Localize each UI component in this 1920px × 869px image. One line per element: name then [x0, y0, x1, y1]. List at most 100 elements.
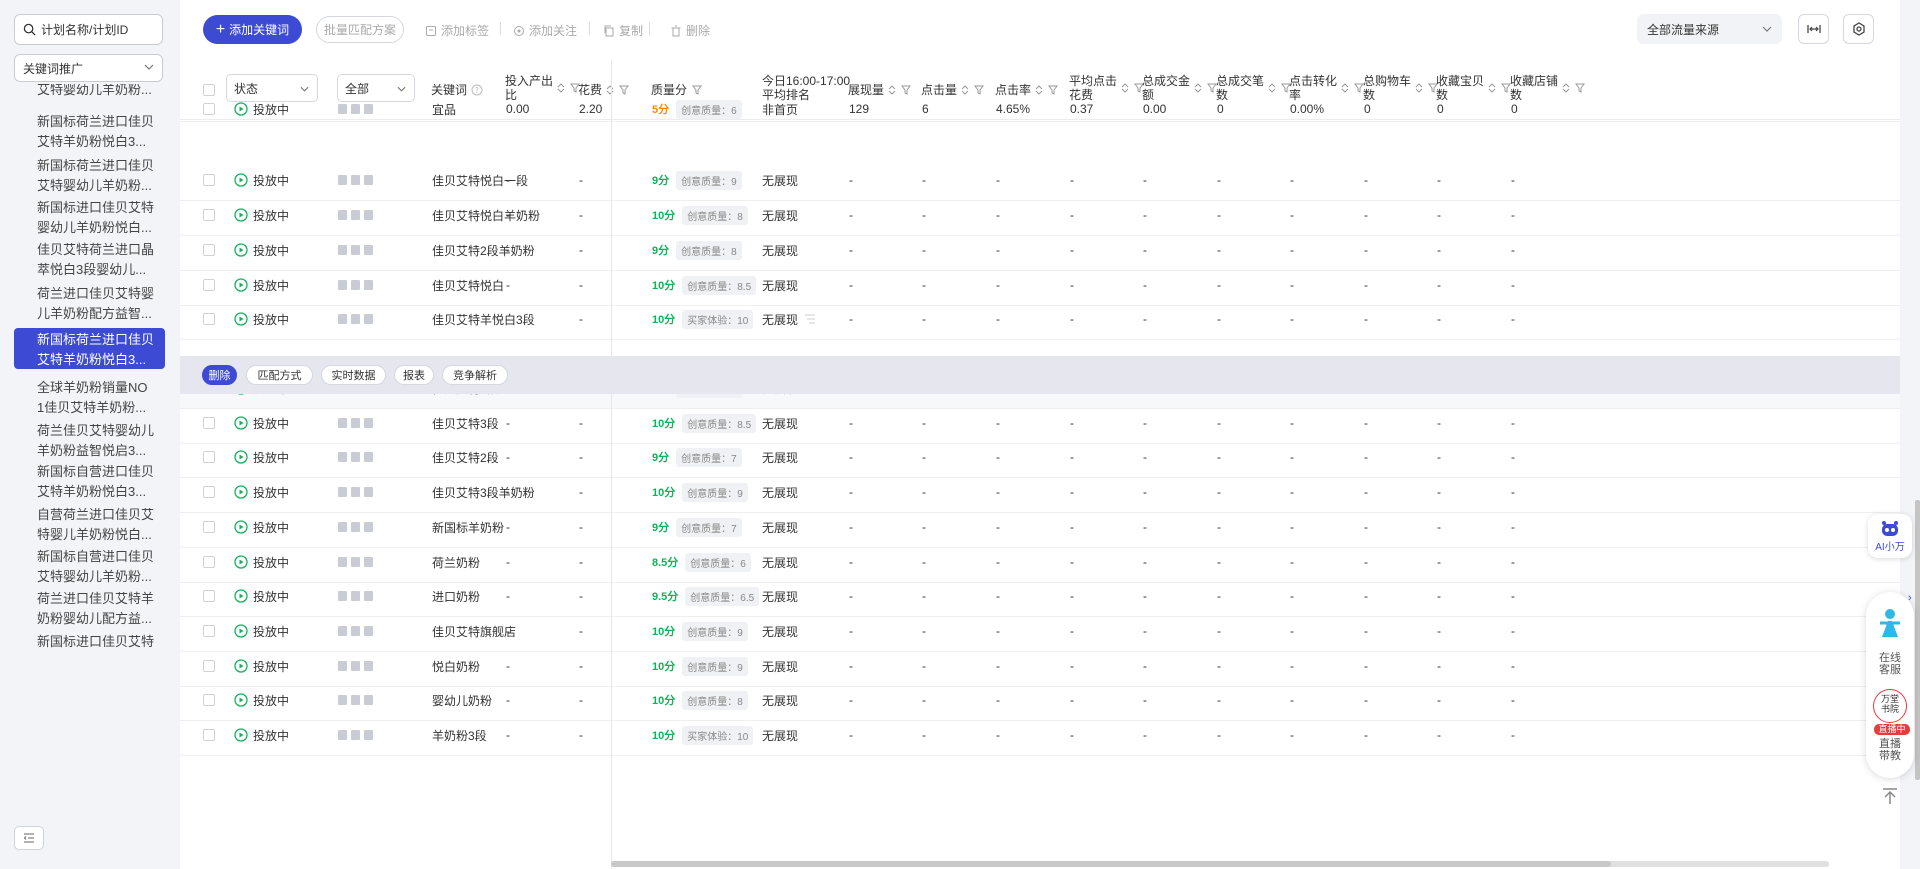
- filter-icon[interactable]: [901, 85, 912, 95]
- sort-icon[interactable]: [1268, 82, 1276, 94]
- filter-icon[interactable]: [1048, 85, 1059, 95]
- sort-icon[interactable]: [557, 82, 565, 94]
- vertical-scrollbar[interactable]: [1915, 500, 1920, 780]
- plan-search-input[interactable]: 计划名称/计划ID: [14, 14, 163, 45]
- more-icon[interactable]: [364, 452, 373, 462]
- column-header[interactable]: 质量分: [651, 83, 703, 97]
- chart-icon[interactable]: [351, 245, 360, 255]
- edit-icon[interactable]: [338, 104, 347, 114]
- more-icon[interactable]: [364, 280, 373, 290]
- promotion-type-select[interactable]: 关键词推广: [14, 54, 163, 82]
- chart-icon[interactable]: [351, 452, 360, 462]
- sort-icon[interactable]: [1488, 82, 1496, 94]
- row-operations[interactable]: [338, 298, 373, 340]
- chart-icon[interactable]: [351, 280, 360, 290]
- plan-item[interactable]: 荷兰进口佳贝艾特羊 奶粉婴幼儿配方益...: [14, 587, 165, 631]
- academy-live-button[interactable]: 万堂 书院: [1873, 689, 1907, 723]
- plan-item[interactable]: 新国标进口佳贝艾特婴幼儿羊奶粉悦白...: [14, 196, 165, 240]
- status-cell[interactable]: 投放中: [234, 96, 289, 122]
- rank-trend-icon[interactable]: [804, 314, 816, 324]
- chart-icon[interactable]: [351, 661, 360, 671]
- add-tag-button[interactable]: 添加标签: [425, 22, 489, 39]
- horizontal-scrollbar[interactable]: [611, 861, 1829, 867]
- table-row[interactable]: 投放中 佳贝艾特羊悦白3段 - -10分 买家体验：10 无展现 - - - - - - - - - -: [180, 298, 1900, 340]
- more-icon[interactable]: [364, 210, 373, 220]
- plan-item[interactable]: 全球羊奶粉销量NO 1佳贝艾特羊奶粉...: [14, 376, 165, 420]
- column-width-button[interactable]: [1798, 14, 1829, 44]
- edit-icon[interactable]: [338, 280, 347, 290]
- delete-button[interactable]: 删除: [670, 22, 710, 39]
- row-checkbox[interactable]: [203, 174, 215, 186]
- chart-icon[interactable]: [351, 175, 360, 185]
- chart-icon[interactable]: [351, 210, 360, 220]
- plan-item[interactable]: 新国标荷兰进口佳贝 艾特羊奶粉悦白3...: [14, 328, 165, 369]
- match-mode-button[interactable]: 匹配方式: [246, 365, 313, 385]
- row-checkbox[interactable]: [203, 209, 215, 221]
- plan-item[interactable]: 自营荷兰进口佳贝艾 特婴儿羊奶粉悦白...: [14, 503, 165, 547]
- copy-button[interactable]: 复制: [603, 22, 643, 39]
- collapse-sidebar-button[interactable]: [14, 826, 44, 850]
- sort-icon[interactable]: [961, 84, 969, 96]
- more-icon[interactable]: [364, 557, 373, 567]
- row-checkbox[interactable]: [203, 451, 215, 463]
- sort-icon[interactable]: [1341, 82, 1349, 94]
- plan-item[interactable]: 荷兰佳贝艾特婴幼儿 羊奶粉益智悦启3...: [14, 419, 165, 463]
- sort-icon[interactable]: [1562, 82, 1570, 94]
- row-checkbox[interactable]: [203, 556, 215, 568]
- plan-item[interactable]: 新国标荷兰进口佳贝 艾特羊奶粉悦白3...: [14, 110, 165, 154]
- edit-icon[interactable]: [338, 210, 347, 220]
- status-cell[interactable]: 投放中: [234, 298, 289, 340]
- chart-icon[interactable]: [351, 314, 360, 324]
- edit-icon[interactable]: [338, 626, 347, 636]
- sort-icon[interactable]: [1121, 82, 1129, 94]
- more-icon[interactable]: [364, 245, 373, 255]
- filter-icon[interactable]: [619, 85, 630, 95]
- row-checkbox[interactable]: [203, 417, 215, 429]
- row-checkbox[interactable]: [203, 694, 215, 706]
- row-operations[interactable]: [338, 96, 373, 122]
- status-cell[interactable]: 投放中: [234, 714, 289, 756]
- chart-icon[interactable]: [351, 418, 360, 428]
- sort-icon[interactable]: [1194, 82, 1202, 94]
- plan-item[interactable]: 新国标进口佳贝艾特: [14, 630, 165, 674]
- row-checkbox[interactable]: [203, 625, 215, 637]
- row-delete-button[interactable]: 删除: [202, 365, 237, 385]
- report-button[interactable]: 报表: [394, 365, 434, 385]
- plan-item[interactable]: 新国标荷兰进口佳贝 艾特婴幼儿羊奶粉...: [14, 154, 165, 198]
- chart-icon[interactable]: [351, 730, 360, 740]
- plan-item[interactable]: 新国标自营进口佳贝 艾特羊奶粉悦白3...: [14, 460, 165, 504]
- more-icon[interactable]: [364, 730, 373, 740]
- row-checkbox[interactable]: [203, 279, 215, 291]
- chart-icon[interactable]: [351, 695, 360, 705]
- column-header[interactable]: 点击量: [921, 83, 985, 97]
- chart-icon[interactable]: [351, 522, 360, 532]
- edit-icon[interactable]: [338, 591, 347, 601]
- filter-icon[interactable]: [1575, 83, 1586, 93]
- live-teaching-button[interactable]: 直播 带教: [1866, 738, 1914, 762]
- edit-icon[interactable]: [338, 452, 347, 462]
- edit-icon[interactable]: [338, 245, 347, 255]
- chart-icon[interactable]: [351, 591, 360, 601]
- edit-icon[interactable]: [338, 661, 347, 671]
- more-icon[interactable]: [364, 175, 373, 185]
- more-icon[interactable]: [364, 314, 373, 324]
- row-operations[interactable]: [338, 714, 373, 756]
- online-service-button[interactable]: 在线 客服: [1866, 652, 1914, 676]
- edit-icon[interactable]: [338, 175, 347, 185]
- row-checkbox[interactable]: [203, 521, 215, 533]
- row-checkbox[interactable]: [203, 244, 215, 256]
- more-icon[interactable]: [364, 418, 373, 428]
- add-keyword-button[interactable]: + 添加关键词: [203, 15, 302, 44]
- edit-icon[interactable]: [338, 418, 347, 428]
- batch-match-button[interactable]: 批量匹配方案: [316, 16, 404, 43]
- sort-icon[interactable]: [888, 84, 896, 96]
- plan-item[interactable]: 佳贝艾特荷兰进口晶 萃悦白3段婴幼儿...: [14, 238, 165, 282]
- add-follow-button[interactable]: 添加关注: [513, 22, 577, 39]
- plan-item[interactable]: 荷兰进口佳贝艾特婴 儿羊奶粉配方益智...: [14, 282, 165, 326]
- row-checkbox[interactable]: [203, 660, 215, 672]
- traffic-source-select[interactable]: 全部流量来源: [1637, 14, 1782, 44]
- help-icon[interactable]: ?: [471, 84, 483, 96]
- row-checkbox[interactable]: [203, 590, 215, 602]
- more-icon[interactable]: [364, 695, 373, 705]
- more-icon[interactable]: [364, 591, 373, 601]
